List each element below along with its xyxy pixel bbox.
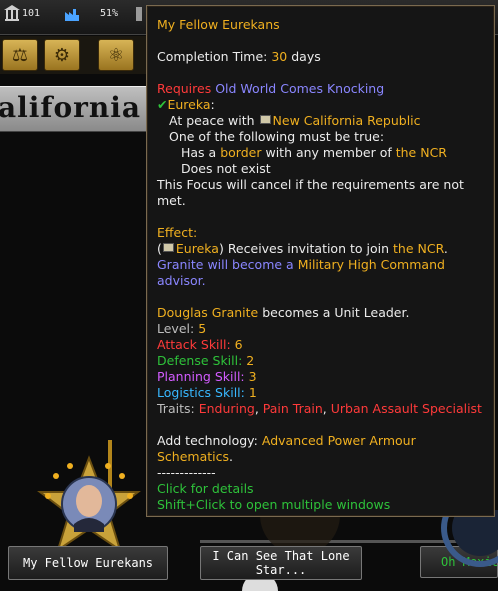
stat-level: Level: 5: [157, 321, 484, 337]
peace-condition: At peace with New California Republic: [157, 113, 484, 129]
traits-label: Traits:: [157, 401, 195, 416]
vault-button[interactable]: ⚙: [44, 39, 80, 71]
effect-label: Effect:: [157, 225, 198, 240]
resource-1-value: 101: [22, 8, 41, 19]
gavel-button[interactable]: ⚖: [2, 39, 38, 71]
tooltip-title: My Fellow Eurekans: [157, 17, 280, 32]
not-exist-line: Does not exist: [181, 161, 271, 176]
leader-line: Douglas Granite becomes a Unit Leader.: [157, 305, 484, 321]
stat-planning: Planning Skill: 3: [157, 369, 484, 385]
required-focus: Old World Comes Knocking: [215, 81, 385, 96]
border-word: border: [220, 145, 262, 160]
level-value: 5: [198, 321, 207, 336]
trait: Pain Train: [262, 401, 323, 416]
flag-icon: [259, 115, 271, 124]
research-button[interactable]: ⚛: [98, 39, 134, 71]
click-hint: Click for details: [157, 481, 254, 496]
focus-node-label[interactable]: I Can See That Lone Star...: [200, 546, 362, 580]
attack-value: 6: [234, 337, 243, 352]
logistics-label: Logistics Skill:: [157, 385, 245, 400]
technology-line: Add technology: Advanced Power Armour Sc…: [157, 433, 416, 464]
effect-faction: the NCR: [393, 241, 444, 256]
faction-emblem-icon: [441, 510, 498, 567]
level-label: Level:: [157, 321, 195, 336]
defense-label: Defense Skill:: [157, 353, 243, 368]
border-target: the NCR: [395, 145, 447, 160]
stat-defense: Defense Skill: 2: [157, 353, 484, 369]
requires-line: Requires Old World Comes Knocking: [157, 81, 484, 97]
bar-icon[interactable]: [134, 5, 144, 23]
peace-target: New California Republic: [272, 113, 421, 128]
peace-prefix: At peace with: [169, 113, 255, 128]
completion-value: 30: [271, 49, 288, 64]
advisor-pre: Granite will become a: [157, 257, 294, 272]
stat-logistics: Logistics Skill: 1: [157, 385, 484, 401]
leader-becomes: becomes a Unit Leader.: [262, 305, 410, 320]
trait: Urban Assault Specialist: [330, 401, 482, 416]
atom-icon: ⚛: [107, 44, 125, 66]
traits-line: Traits: Enduring, Pain Train, Urban Assa…: [157, 401, 482, 416]
one-of-line: One of the following must be true:: [169, 129, 385, 144]
focus-tooltip: My Fellow Eurekans Completion Time: 30 d…: [146, 5, 495, 517]
country-name-banner: alifornia Re: [0, 86, 150, 132]
advisor-line: Granite will become a Military High Comm…: [157, 257, 484, 289]
country-name: alifornia Re: [0, 91, 150, 124]
flag-icon: [162, 243, 174, 252]
gavel-icon: ⚖: [11, 44, 29, 66]
border-condition: Has a border with any member of the NCR: [157, 145, 484, 161]
completion-unit: days: [291, 49, 321, 64]
focus-node-text: My Fellow Eurekans: [22, 556, 154, 570]
main-toolbar: ⚖ ⚙ ⚛: [0, 36, 160, 74]
condition-country: Eureka: [167, 97, 211, 112]
checkmark-icon: ✔: [157, 97, 168, 112]
focus-node-label[interactable]: My Fellow Eurekans: [8, 546, 168, 580]
planning-label: Planning Skill:: [157, 369, 245, 384]
effect-invite: (Eureka) Receives invitation to join the…: [157, 241, 448, 256]
condition-header: ✔Eureka:: [157, 97, 215, 112]
requires-label: Requires: [157, 81, 212, 96]
advisor-post: advisor.: [157, 273, 206, 288]
leader-name: Douglas Granite: [157, 305, 259, 320]
cancel-warning: This Focus will cancel if the requiremen…: [157, 177, 464, 208]
shift-click-hint: Shift+Click to open multiple windows: [157, 497, 391, 512]
logistics-value: 1: [248, 385, 257, 400]
attack-label: Attack Skill:: [157, 337, 231, 352]
focus-node-text: I Can See That Lone Star...: [212, 549, 350, 577]
factory-icon[interactable]: [64, 5, 80, 23]
vault-icon: ⚙: [53, 44, 71, 66]
trait: Enduring: [198, 401, 255, 416]
stat-attack: Attack Skill: 6: [157, 337, 484, 353]
defense-value: 2: [246, 353, 255, 368]
effect-invite-text: Receives invitation to join: [227, 241, 390, 256]
divider: -------------: [157, 465, 216, 480]
tech-label: Add technology:: [157, 433, 258, 448]
effect-country: Eureka: [175, 241, 219, 256]
border-pre: Has a: [181, 145, 217, 160]
advisor-role: Military High Command: [297, 257, 445, 272]
completion-label: Completion Time:: [157, 49, 268, 64]
leader-portrait-icon: [76, 485, 102, 517]
bank-icon[interactable]: [4, 5, 20, 23]
border-mid: with any member of: [265, 145, 392, 160]
planning-value: 3: [248, 369, 257, 384]
resource-2-value: 51%: [100, 8, 119, 19]
completion-time: Completion Time: 30 days: [157, 49, 484, 65]
